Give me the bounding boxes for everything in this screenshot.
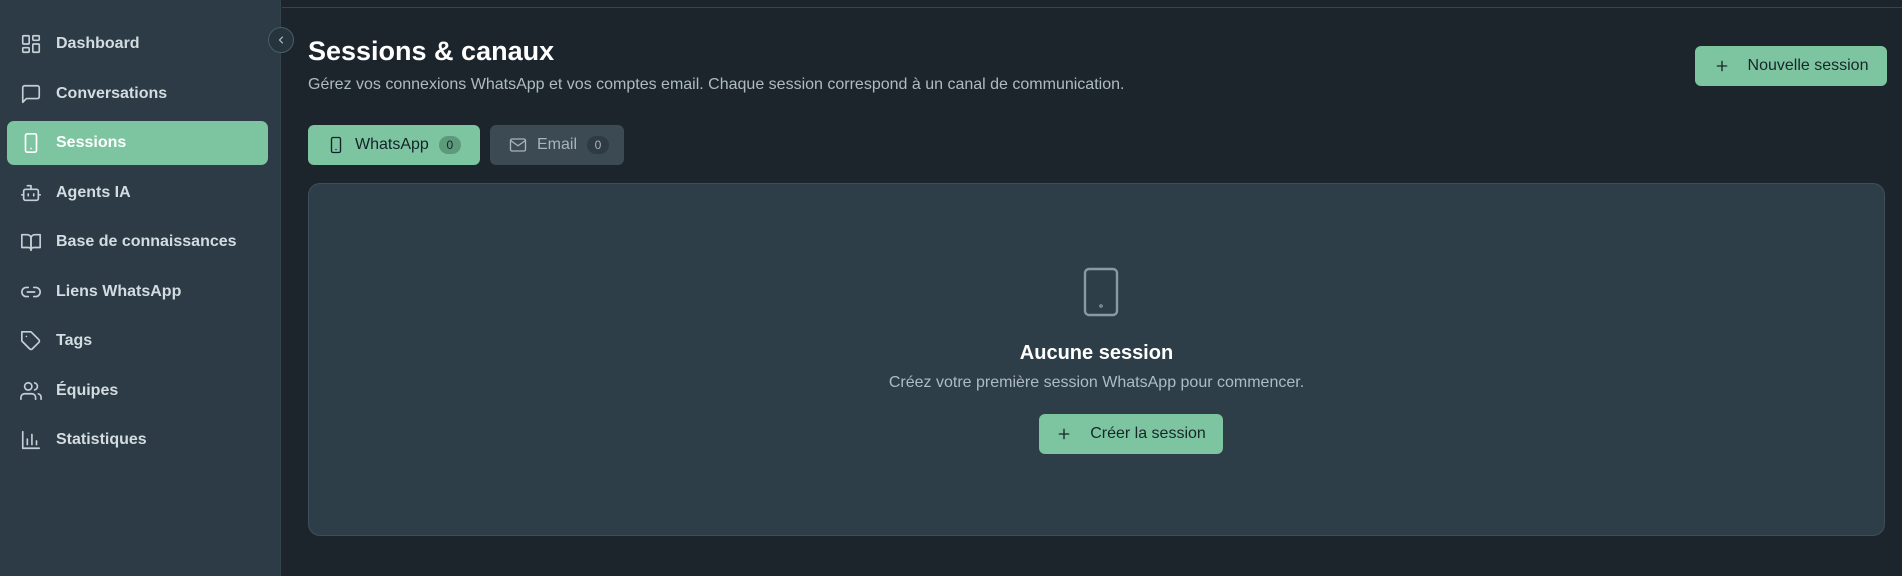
dashboard-icon (20, 33, 42, 55)
app-window: Dashboard Conversations Sessions Agents … (0, 0, 1902, 576)
smartphone-icon (327, 136, 355, 154)
smartphone-icon (1081, 266, 1121, 318)
sidebar-collapse-button[interactable] (268, 27, 294, 53)
sidebar-item-agents-ia[interactable]: Agents IA (7, 171, 268, 215)
create-session-button[interactable]: Créer la session (1039, 414, 1223, 454)
plus-icon (1714, 58, 1748, 74)
book-open-icon (20, 231, 42, 253)
sidebar-item-label: Base de connaissances (56, 233, 237, 250)
empty-state-description: Créez votre première session WhatsApp po… (888, 374, 1305, 391)
sidebar-item-label: Agents IA (56, 183, 131, 201)
bar-chart-icon (20, 429, 42, 451)
sidebar-item-statistiques[interactable]: Statistiques (7, 418, 268, 462)
smartphone-icon (20, 132, 42, 154)
link-icon (20, 281, 42, 303)
chevron-left-icon (279, 36, 283, 44)
sidebar-item-label: Statistiques (56, 431, 147, 448)
users-icon (20, 380, 42, 402)
plus-icon (1056, 426, 1090, 442)
sidebar-item-sessions[interactable]: Sessions (7, 121, 268, 165)
sessions-panel: Aucune session Créez votre première sess… (308, 183, 1885, 536)
tab-whatsapp[interactable]: WhatsApp 0 (308, 125, 480, 165)
sidebar-item-base-de-connaissances[interactable]: Base de connaissances (7, 220, 268, 264)
create-session-label: Créer la session (1090, 425, 1206, 442)
sidebar-item-label: Tags (56, 332, 93, 349)
new-session-label: Nouvelle session (1747, 57, 1869, 74)
page-title: Sessions & canaux (308, 36, 555, 66)
sidebar-item-label: Sessions (56, 134, 127, 151)
tab-count-badge: 0 (438, 136, 461, 154)
tab-label: Email (537, 136, 578, 153)
sidebar-item-equipes[interactable]: Équipes (7, 369, 268, 413)
tag-icon (20, 330, 42, 352)
tab-label: WhatsApp (355, 136, 429, 153)
sidebar-item-label: Équipes (56, 381, 119, 399)
page-subtitle: Gérez vos connexions WhatsApp et vos com… (308, 76, 1125, 93)
sidebar-item-label: Dashboard (56, 35, 140, 52)
tab-email[interactable]: Email 0 (490, 125, 624, 165)
sidebar-item-liens-whatsapp[interactable]: Liens WhatsApp (7, 270, 268, 314)
message-square-icon (20, 83, 42, 105)
new-session-button[interactable]: Nouvelle session (1695, 46, 1887, 86)
empty-state-title: Aucune session (1019, 342, 1174, 364)
sidebar-item-dashboard[interactable]: Dashboard (7, 22, 268, 66)
bot-icon (20, 182, 42, 204)
sidebar: Dashboard Conversations Sessions Agents … (0, 0, 281, 576)
sidebar-item-tags[interactable]: Tags (7, 319, 268, 363)
tab-count-badge: 0 (587, 136, 610, 154)
main-content: Sessions & canaux Gérez vos connexions W… (282, 0, 1902, 576)
mail-icon (509, 136, 537, 154)
sidebar-item-label: Conversations (56, 84, 168, 102)
sidebar-item-label: Liens WhatsApp (56, 282, 182, 300)
channel-tabs: WhatsApp 0 Email 0 (308, 125, 634, 165)
sidebar-item-conversations[interactable]: Conversations (7, 72, 268, 116)
sidebar-nav: Dashboard Conversations Sessions Agents … (7, 22, 268, 468)
